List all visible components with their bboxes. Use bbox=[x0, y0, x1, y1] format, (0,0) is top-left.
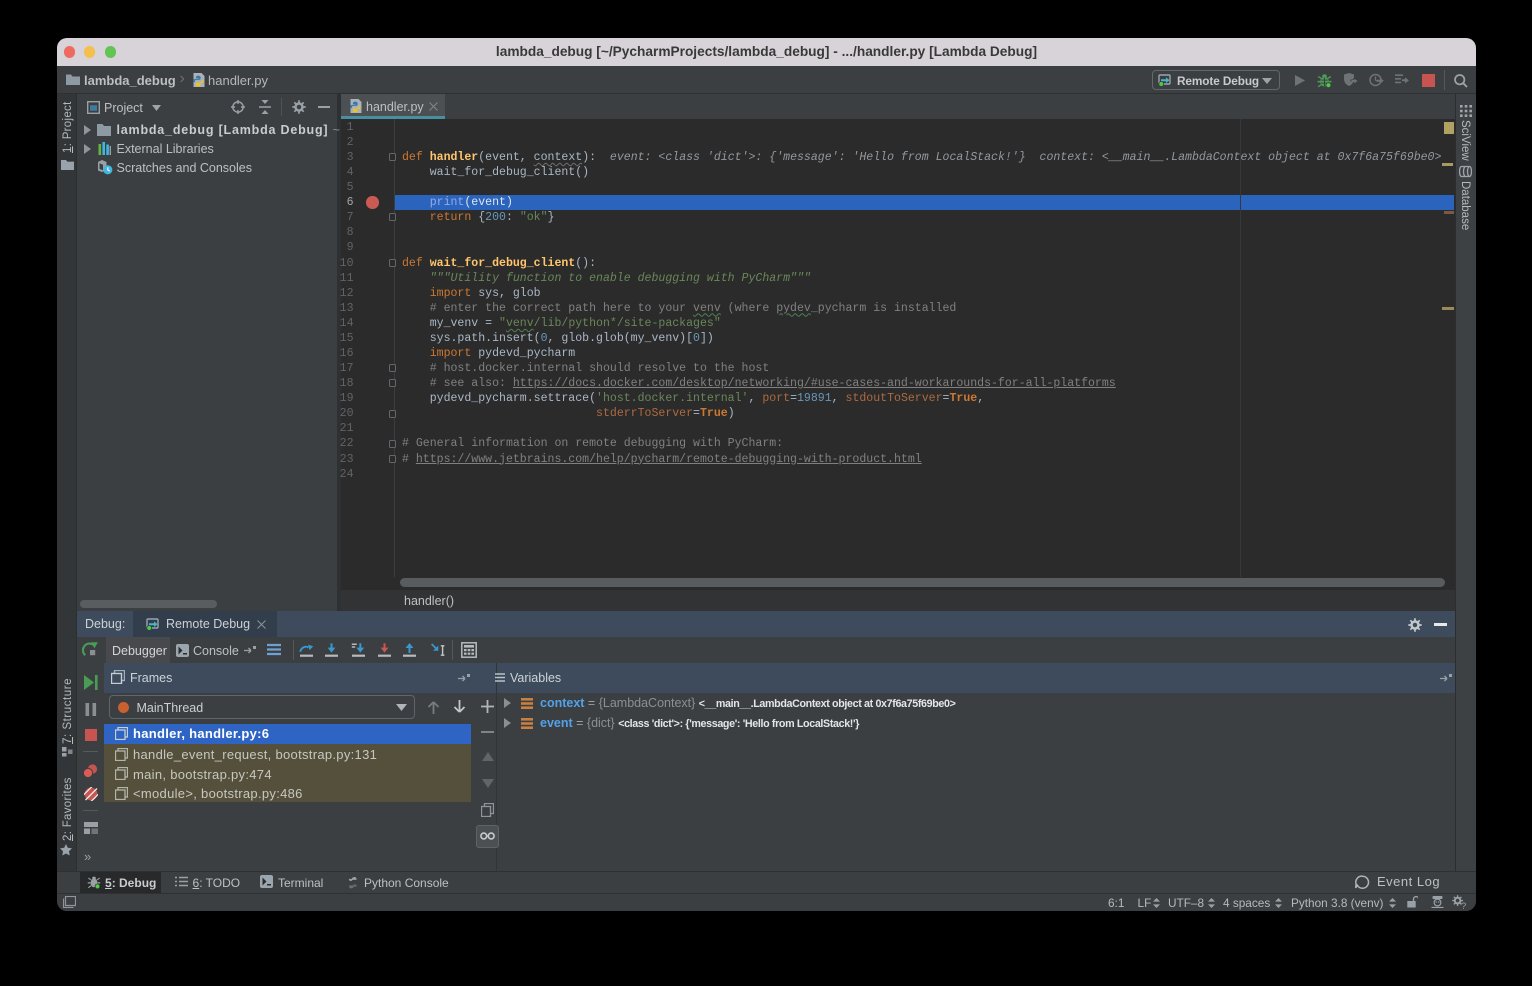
svg-text:?: ? bbox=[1461, 901, 1466, 909]
